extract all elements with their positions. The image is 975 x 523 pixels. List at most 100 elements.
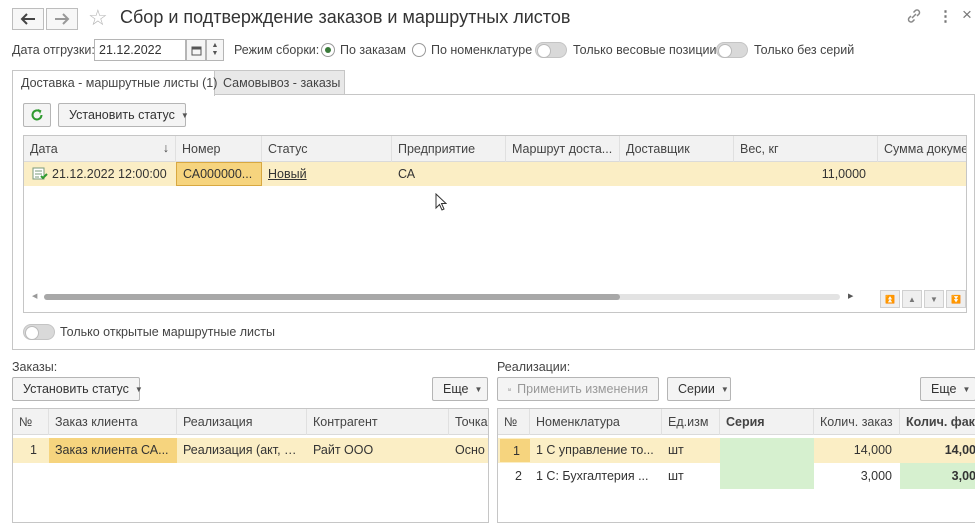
- scroll-up-icon: ▲: [908, 294, 916, 304]
- orders-more-button[interactable]: Еще ▼: [432, 377, 488, 401]
- column-header-sum[interactable]: Сумма докуме: [878, 136, 966, 162]
- refresh-button[interactable]: [23, 103, 51, 127]
- table-row[interactable]: 1 1 С управление то... шт 14,000 14,00: [498, 438, 975, 463]
- date-stepper[interactable]: ▲ ▼: [206, 39, 224, 61]
- radio-by-orders[interactable]: [321, 43, 335, 57]
- cell-unit: шт: [668, 443, 684, 457]
- back-button[interactable]: [12, 8, 44, 30]
- toggle-no-series[interactable]: [716, 42, 748, 58]
- table-row[interactable]: 21.12.2022 12:00:00 СА000000... Новый СА…: [24, 162, 966, 186]
- scroll-left-icon[interactable]: ◀: [32, 292, 37, 300]
- apply-changes-button[interactable]: Применить изменения: [497, 377, 659, 401]
- column-header-company[interactable]: Предприятие: [392, 136, 506, 162]
- column-header-status[interactable]: Статус: [262, 136, 392, 162]
- delivery-panel: Установить статус ▼ Дата ↓ Номер Статус …: [12, 94, 975, 350]
- column-header-route[interactable]: Маршрут доста...: [506, 136, 620, 162]
- orders-table: № Заказ клиента Реализация Контрагент То…: [12, 408, 489, 523]
- scroll-up-button[interactable]: ▲: [902, 290, 922, 308]
- series-button[interactable]: Серии ▼: [667, 377, 731, 401]
- scroll-top-button[interactable]: ⏫: [880, 290, 900, 308]
- more-vert-icon[interactable]: ⋮: [938, 7, 953, 25]
- horizontal-scroll-thumb[interactable]: [44, 294, 620, 300]
- cell-order-focus[interactable]: Заказ клиента СА...: [49, 438, 177, 463]
- mode-label: Режим сборки:: [234, 43, 320, 57]
- chevron-down-icon: ▼: [474, 384, 483, 394]
- realizations-section-label: Реализации:: [497, 360, 571, 374]
- star-icon[interactable]: ☆: [88, 5, 108, 31]
- page-title: Сбор и подтверждение заказов и маршрутны…: [120, 7, 571, 27]
- scroll-bottom-button[interactable]: ⏬: [946, 290, 966, 308]
- orders-section-label: Заказы:: [12, 360, 58, 374]
- cell-status-link[interactable]: Новый: [262, 161, 392, 187]
- date-field[interactable]: 21.12.2022: [94, 39, 186, 61]
- arrow-right-icon: [55, 13, 70, 25]
- column-header-qty-order[interactable]: Колич. заказ: [814, 409, 900, 435]
- radio-by-nomenclature-label[interactable]: По номенклатуре: [431, 43, 532, 57]
- forward-button[interactable]: [46, 8, 78, 30]
- orders-table-header: № Заказ клиента Реализация Контрагент То…: [13, 409, 488, 435]
- tab-pickup[interactable]: Самовывоз - заказы: [214, 70, 345, 95]
- column-header-realization[interactable]: Реализация: [177, 409, 307, 435]
- column-header-point[interactable]: Точка: [449, 409, 488, 435]
- column-header-number[interactable]: Номер: [176, 136, 262, 162]
- cell-weight: 11,0000: [821, 167, 866, 181]
- stepper-up-icon: ▲: [211, 42, 219, 49]
- radio-by-orders-label[interactable]: По заказам: [340, 43, 406, 57]
- column-header-series[interactable]: Серия: [720, 409, 814, 435]
- chevron-down-icon: ▼: [134, 384, 143, 394]
- column-header-order[interactable]: Заказ клиента: [49, 409, 177, 435]
- tab-delivery[interactable]: Доставка - маршрутные листы (1): [12, 70, 217, 96]
- close-button[interactable]: ×: [962, 5, 972, 25]
- mouse-cursor-icon: [435, 193, 447, 211]
- cell-nomenclature: 1 С управление то...: [536, 443, 654, 457]
- cell-qty-fact[interactable]: 14,00: [900, 437, 975, 463]
- toggle-weight-only[interactable]: [535, 42, 567, 58]
- cell-contractor: Райт ООО: [313, 443, 374, 457]
- toggle-no-series-label: Только без серий: [754, 43, 855, 57]
- column-header-n[interactable]: №: [13, 409, 49, 435]
- column-header-date[interactable]: Дата ↓: [24, 136, 176, 162]
- column-header-courier[interactable]: Доставщик: [620, 136, 734, 162]
- scroll-bottom-icon: ⏬: [951, 294, 961, 304]
- realizations-table: № Номенклатура Ед.изм Серия Колич. заказ…: [497, 408, 975, 523]
- save-icon: [508, 387, 512, 391]
- cell-n-focus: 1: [500, 439, 530, 462]
- cell-number: СА000000...: [183, 167, 253, 181]
- set-status-button[interactable]: Установить статус ▼: [58, 103, 189, 127]
- column-header-unit[interactable]: Ед.изм: [662, 409, 720, 435]
- cell-qty-order: 14,000: [853, 443, 892, 457]
- scroll-right-icon[interactable]: ▶: [848, 292, 853, 300]
- scroll-down-button[interactable]: ▼: [924, 290, 944, 308]
- cell-courier: [620, 161, 734, 187]
- realizations-more-button[interactable]: Еще ▼: [920, 377, 975, 401]
- cell-series[interactable]: [720, 463, 814, 489]
- sort-down-icon: ↓: [162, 141, 169, 155]
- column-header-contractor[interactable]: Контрагент: [307, 409, 449, 435]
- set-status-label: Установить статус: [69, 108, 175, 122]
- column-header-qty-fact[interactable]: Колич. фак: [900, 409, 975, 435]
- radio-by-nomenclature[interactable]: [412, 43, 426, 57]
- cell-qty-order: 3,000: [860, 469, 892, 483]
- chevron-down-icon: ▼: [720, 384, 729, 394]
- link-icon[interactable]: [906, 8, 922, 28]
- column-header-weight[interactable]: Вес, кг: [734, 136, 878, 162]
- toggle-open-only[interactable]: [23, 324, 55, 340]
- chevron-down-icon: ▼: [180, 110, 189, 120]
- table-row[interactable]: 1 Заказ клиента СА... Реализация (акт, н…: [13, 438, 488, 463]
- cell-qty-fact[interactable]: 3,00: [900, 463, 975, 489]
- stepper-down-icon: ▼: [211, 50, 219, 57]
- cell-nomenclature: 1 С: Бухгалтерия ...: [536, 469, 649, 483]
- cell-route: [506, 161, 620, 187]
- cell-series[interactable]: [720, 438, 814, 463]
- cell-n: 2: [515, 469, 522, 483]
- column-header-nomenclature[interactable]: Номенклатура: [530, 409, 662, 435]
- orders-set-status-button[interactable]: Установить статус ▼: [12, 377, 143, 401]
- table-row[interactable]: 2 1 С: Бухгалтерия ... шт 3,000 3,00: [498, 463, 975, 489]
- routes-table-header: Дата ↓ Номер Статус Предприятие Маршрут …: [24, 136, 966, 162]
- refresh-icon: [31, 109, 43, 121]
- calendar-button[interactable]: [186, 39, 206, 61]
- apply-changes-label: Применить изменения: [517, 382, 648, 396]
- column-header-n[interactable]: №: [498, 409, 530, 435]
- cell-number-focus[interactable]: СА000000...: [176, 162, 262, 186]
- cell-date: 21.12.2022 12:00:00: [52, 167, 167, 181]
